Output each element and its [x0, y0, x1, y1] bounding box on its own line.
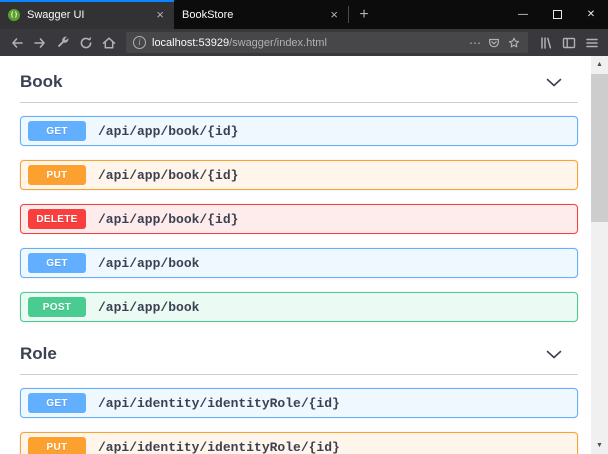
refresh-icon: [78, 35, 94, 51]
navigation-toolbar: i localhost:53929/swagger/index.html ⋯: [0, 29, 608, 56]
tab-title: Swagger UI: [27, 9, 147, 21]
url-bar[interactable]: i localhost:53929/swagger/index.html ⋯: [126, 32, 528, 53]
endpoint-path: /api/app/book/{id}: [98, 168, 238, 183]
swagger-page: Book GET /api/app/book/{id} PUT /api/app…: [0, 56, 591, 454]
scroll-up-icon[interactable]: ▲: [591, 56, 608, 73]
endpoint-row[interactable]: GET /api/app/book: [20, 248, 578, 278]
back-button[interactable]: [5, 31, 28, 54]
new-tab-button[interactable]: +: [349, 0, 379, 29]
endpoint-row[interactable]: GET /api/identity/identityRole/{id}: [20, 388, 578, 418]
forward-icon: [32, 35, 48, 51]
menu-button[interactable]: [580, 31, 603, 54]
endpoint-row[interactable]: PUT /api/app/book/{id}: [20, 160, 578, 190]
url-host: localhost:53929: [152, 37, 229, 49]
url-text[interactable]: localhost:53929/swagger/index.html: [152, 37, 463, 49]
http-method-badge: DELETE: [28, 209, 86, 229]
page-actions-icon[interactable]: ⋯: [469, 37, 481, 49]
endpoint-row[interactable]: PUT /api/identity/identityRole/{id}: [20, 432, 578, 454]
home-icon: [101, 35, 117, 51]
http-method-badge: GET: [28, 393, 86, 413]
minimize-button[interactable]: —: [506, 0, 540, 29]
endpoint-path: /api/app/book: [98, 256, 199, 271]
hamburger-icon: [584, 35, 600, 51]
section-title: Role: [20, 344, 57, 364]
chevron-down-icon[interactable]: [546, 350, 562, 359]
tab-bar: { } Swagger UI × BookStore × + — ✕: [0, 0, 608, 29]
tab-close-icon[interactable]: ×: [328, 8, 340, 21]
section-header-book[interactable]: Book: [20, 64, 578, 103]
endpoint-row[interactable]: GET /api/app/book/{id}: [20, 116, 578, 146]
pocket-icon[interactable]: [487, 36, 501, 50]
bookmark-star-icon[interactable]: [507, 36, 521, 50]
site-info-icon[interactable]: i: [133, 36, 146, 49]
forward-button[interactable]: [28, 31, 51, 54]
section-title: Book: [20, 72, 63, 92]
sidebar-button[interactable]: [557, 31, 580, 54]
http-method-badge: POST: [28, 297, 86, 317]
back-icon: [9, 35, 25, 51]
maximize-icon: [553, 10, 562, 19]
tab-bookstore[interactable]: BookStore ×: [174, 0, 348, 29]
refresh-button[interactable]: [74, 31, 97, 54]
endpoint-row[interactable]: DELETE /api/app/book/{id}: [20, 204, 578, 234]
window-controls: — ✕: [506, 0, 608, 29]
endpoint-path: /api/app/book/{id}: [98, 212, 238, 227]
tab-swagger-ui[interactable]: { } Swagger UI ×: [0, 0, 174, 29]
endpoint-path: /api/app/book/{id}: [98, 124, 238, 139]
endpoint-row[interactable]: POST /api/app/book: [20, 292, 578, 322]
url-path: /swagger/index.html: [229, 37, 327, 49]
vertical-scrollbar[interactable]: ▲ ▼: [591, 56, 608, 454]
endpoint-path: /api/identity/identityRole/{id}: [98, 440, 340, 454]
library-icon: [538, 35, 554, 51]
tab-close-icon[interactable]: ×: [154, 8, 166, 21]
http-method-badge: GET: [28, 121, 86, 141]
wrench-button[interactable]: [51, 31, 74, 54]
sidebar-icon: [561, 35, 577, 51]
endpoint-path: /api/app/book: [98, 300, 199, 315]
maximize-button[interactable]: [540, 0, 574, 29]
wrench-icon: [55, 35, 71, 51]
library-button[interactable]: [534, 31, 557, 54]
home-button[interactable]: [97, 31, 120, 54]
section-header-role[interactable]: Role: [20, 336, 578, 375]
browser-window: { } Swagger UI × BookStore × + — ✕: [0, 0, 608, 454]
scroll-down-icon[interactable]: ▼: [591, 437, 608, 454]
swagger-favicon-icon: { }: [8, 9, 20, 21]
close-button[interactable]: ✕: [574, 0, 608, 29]
chevron-down-icon[interactable]: [546, 78, 562, 87]
http-method-badge: PUT: [28, 437, 86, 454]
scrollbar-thumb[interactable]: [591, 74, 608, 222]
endpoint-path: /api/identity/identityRole/{id}: [98, 396, 340, 411]
http-method-badge: GET: [28, 253, 86, 273]
http-method-badge: PUT: [28, 165, 86, 185]
tab-title: BookStore: [182, 9, 321, 21]
